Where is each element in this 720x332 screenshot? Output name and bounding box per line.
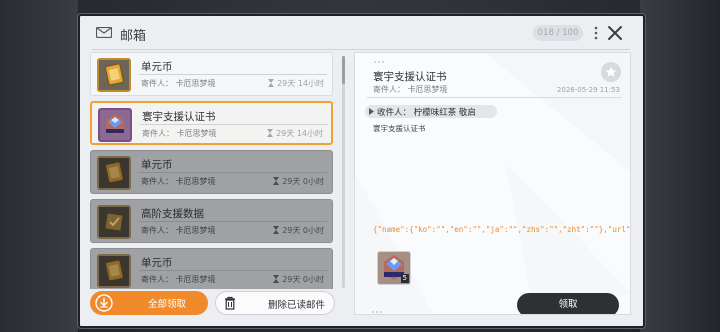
mail-item[interactable]: 单元币 寄件人： 卡厄思梦境 29天 0小时 — [90, 248, 333, 289]
game-background-right — [640, 0, 720, 332]
hourglass-icon — [273, 275, 280, 283]
mail-expiry: 29天 14小时 — [268, 78, 324, 89]
blue-gem-crest-icon — [98, 108, 132, 142]
header-divider — [92, 49, 630, 50]
mail-sender: 寄件人： 卡厄思梦境 — [141, 79, 216, 88]
close-icon[interactable] — [607, 25, 623, 41]
mail-time-left: 29天 0小时 — [282, 275, 324, 284]
download-circle-icon — [95, 294, 113, 312]
delete-read-label: 删除已读邮件 — [268, 300, 326, 311]
mail-title: 单元币 — [141, 61, 173, 73]
mail-list-scrollbar[interactable] — [342, 56, 345, 288]
mail-list-scroll-thumb[interactable] — [342, 56, 345, 84]
trash-icon — [225, 296, 235, 310]
mail-item[interactable]: 单元币 寄件人： 卡厄思梦境 29天 14小时 — [90, 52, 333, 96]
mail-divider — [139, 270, 327, 271]
decorative-dots — [374, 61, 384, 63]
attachment-quantity: 5 — [400, 274, 409, 283]
claim-all-button[interactable]: 全部领取 — [90, 291, 208, 315]
mail-divider — [139, 74, 327, 75]
more-options-icon[interactable] — [594, 26, 598, 40]
mail-time-left: 29天 0小时 — [282, 177, 324, 186]
mail-expiry: 29天 0小时 — [273, 225, 324, 236]
star-icon — [605, 66, 617, 77]
recipient-bar: 收件人： 柠檬味红茶 敬启 — [365, 105, 497, 118]
mail-item[interactable]: 高阶支援数据 寄件人： 卡厄思梦境 29天 0小时 — [90, 199, 333, 243]
attachment-item[interactable]: 5 — [377, 251, 411, 285]
detail-sender: 寄件人： 卡厄思梦境 — [373, 85, 448, 94]
hourglass-icon — [273, 177, 280, 185]
mailbox-capacity: 018 / 100 — [533, 25, 583, 41]
data-chip-icon — [97, 205, 131, 239]
mail-expiry: 29天 14小时 — [267, 128, 323, 139]
mail-sender: 寄件人： 卡厄思梦境 — [141, 226, 216, 235]
claim-button[interactable]: 领取 — [517, 293, 619, 314]
mail-time-left: 29天 0小时 — [282, 226, 324, 235]
mail-detail-panel: 寰宇支援认证书 寄件人： 卡厄思梦境 2026-05-29 11:53 收件人：… — [354, 52, 631, 315]
mail-expiry: 29天 0小时 — [273, 176, 324, 187]
gold-card-icon — [97, 254, 131, 288]
mail-item-selected[interactable]: 寰宇支援认证书 寄件人： 卡厄思梦境 29天 14小时 — [90, 101, 333, 145]
game-background-left — [0, 0, 78, 332]
raw-json-text: {"name":{"ko":"","en":"","ja":"","zhs":"… — [373, 225, 631, 234]
mail-divider — [140, 124, 328, 125]
hourglass-icon — [268, 79, 275, 87]
recipient-label: 收件人： 柠檬味红茶 敬启 — [377, 108, 476, 118]
claim-all-label: 全部领取 — [148, 299, 187, 310]
detail-body-text: 寰宇支援认证书 — [373, 124, 426, 133]
mail-item[interactable]: 单元币 寄件人： 卡厄思梦境 29天 0小时 — [90, 150, 333, 194]
gold-card-icon — [97, 58, 131, 92]
mail-title: 寰宇支援认证书 — [142, 111, 216, 123]
mail-time-left: 29天 14小时 — [276, 129, 323, 138]
chevron-right-icon — [369, 108, 374, 115]
hourglass-icon — [267, 129, 274, 137]
mailbox-window: 邮箱 018 / 100 单元币 寄件人： 卡厄思梦境 29天 14小时 寰宇支… — [78, 14, 645, 328]
mailbox-title: 邮箱 — [120, 29, 147, 44]
mailbox-header: 邮箱 018 / 100 — [80, 16, 643, 50]
mail-icon — [96, 27, 112, 38]
mail-title: 单元币 — [141, 159, 173, 171]
delete-read-button[interactable]: 删除已读邮件 — [215, 291, 335, 315]
mail-sender: 寄件人： 卡厄思梦境 — [141, 275, 216, 284]
hourglass-icon — [273, 226, 280, 234]
mail-divider — [139, 172, 327, 173]
mail-divider — [139, 221, 327, 222]
mail-title: 高阶支援数据 — [141, 208, 204, 220]
detail-date: 2026-05-29 11:53 — [556, 86, 620, 94]
mail-sender: 寄件人： 卡厄思梦境 — [142, 129, 217, 138]
mail-list[interactable]: 单元币 寄件人： 卡厄思梦境 29天 14小时 寰宇支援认证书 寄件人： 卡厄思… — [90, 52, 335, 289]
decorative-dots — [372, 311, 382, 313]
detail-title: 寰宇支援认证书 — [373, 71, 447, 83]
mail-expiry: 29天 0小时 — [273, 274, 324, 285]
favorite-button[interactable] — [601, 62, 621, 82]
mail-time-left: 29天 14小时 — [277, 79, 324, 88]
mail-sender: 寄件人： 卡厄思梦境 — [141, 177, 216, 186]
gold-card-icon — [97, 156, 131, 190]
mail-title: 单元币 — [141, 257, 173, 269]
detail-divider — [367, 97, 622, 98]
